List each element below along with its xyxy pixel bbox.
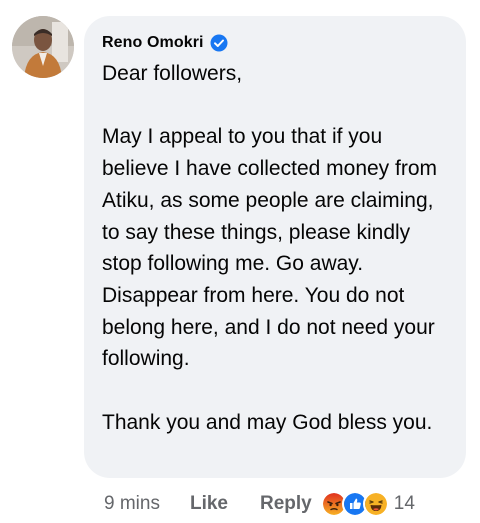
comment-text: Dear followers, May I appeal to you that… — [102, 62, 438, 434]
like-button[interactable]: Like — [190, 493, 228, 515]
reaction-count[interactable]: 14 — [394, 493, 415, 515]
comment-actions: 9 mins Like Reply 14 — [104, 487, 415, 521]
verified-badge-icon — [210, 34, 228, 52]
author-name[interactable]: Reno Omokri — [102, 34, 204, 52]
author-row: Reno Omokri — [102, 32, 448, 54]
avatar[interactable] — [12, 16, 74, 78]
comment-bubble: Reno Omokri Dear followers, May I appeal… — [84, 16, 466, 478]
haha-icon — [362, 491, 389, 517]
profile-photo — [12, 16, 74, 78]
reactions-summary[interactable] — [320, 491, 389, 517]
reply-button[interactable]: Reply — [260, 493, 312, 515]
timestamp[interactable]: 9 mins — [104, 493, 160, 515]
